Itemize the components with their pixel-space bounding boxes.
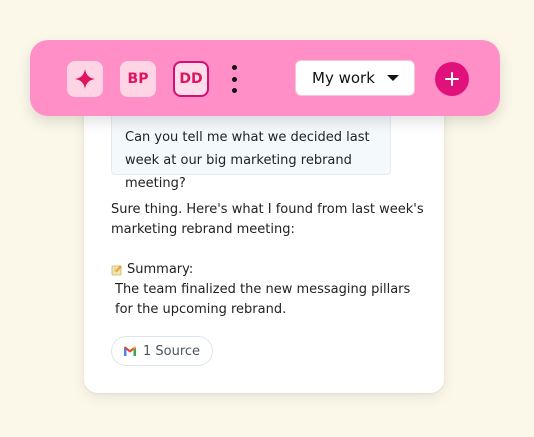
- avatar-dd[interactable]: DD: [173, 61, 209, 97]
- source-chip[interactable]: 1 Source: [111, 336, 214, 366]
- workspace-select-value: My work: [312, 69, 375, 87]
- assistant-reply: Sure thing. Here's what I found from las…: [111, 200, 431, 320]
- summary-label: Summary:: [127, 262, 194, 277]
- gmail-icon: [124, 346, 136, 356]
- workspace-select[interactable]: My work: [295, 60, 415, 96]
- plus-icon: [445, 72, 459, 86]
- caret-down-icon: [386, 75, 399, 81]
- add-button[interactable]: [435, 62, 469, 96]
- floating-toolbar: BP DD My work: [30, 40, 500, 116]
- summary-heading: Summary:: [111, 260, 431, 280]
- avatar-bp[interactable]: BP: [120, 61, 156, 97]
- sparkle-icon: [75, 69, 95, 89]
- more-options-button[interactable]: [228, 65, 240, 93]
- user-message: Can you tell me what we decided last wee…: [111, 113, 391, 191]
- memo-icon: [111, 265, 122, 276]
- reply-intro: Sure thing. Here's what I found from las…: [111, 202, 424, 237]
- vertical-dots-icon: [231, 65, 237, 70]
- chat-card: Can you tell me what we decided last wee…: [84, 68, 444, 393]
- ai-assistant-button[interactable]: [67, 61, 103, 97]
- source-label: 1 Source: [143, 343, 201, 359]
- summary-text: The team finalized the new messaging pil…: [115, 282, 411, 317]
